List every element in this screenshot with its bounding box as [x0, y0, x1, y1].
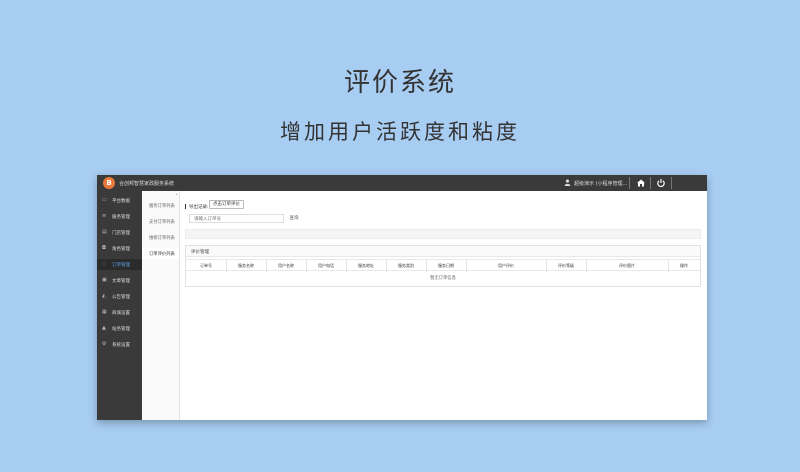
sidebar-item-label: 站务管理 — [112, 327, 130, 332]
app-title: 合创邦智慧家政服务系统 — [119, 181, 175, 187]
column-header: 服务日期 — [438, 263, 454, 268]
store-icon: ▤ — [102, 229, 107, 235]
empty-message: 暂无订单信息 — [430, 276, 456, 281]
logo-icon: B — [103, 177, 115, 189]
main-content: 导出记录: 点击订单评价 查询 评价管理 订单号 服务名称 用户名称 用户电话 … — [181, 191, 707, 420]
list-icon: ≡ — [102, 213, 107, 219]
power-button[interactable] — [655, 177, 667, 189]
sidebar-item-label: 服务管理 — [112, 215, 130, 220]
subnav-order-reviews[interactable]: 订单评价列表 — [142, 248, 179, 259]
sidebar-item-services[interactable]: ≡ 服务管理 — [97, 211, 142, 222]
shop-icon: ▦ — [102, 309, 107, 315]
column-header: 服务地址 — [358, 263, 374, 268]
hero-title: 评价系统 — [343, 68, 456, 98]
export-label: 导出记录: — [189, 205, 209, 210]
top-bar: B 合创邦智慧家政服务系统 超级演示 (小程序管理... — [97, 175, 707, 191]
notice-icon: ◭ — [102, 293, 106, 299]
subnav-payment-orders[interactable]: 支付订单列表 — [142, 216, 179, 227]
sidebar-item-label: 商城设置 — [112, 311, 130, 316]
power-icon — [657, 179, 665, 188]
station-icon: ▲ — [102, 325, 106, 331]
sidebar-item-roles[interactable]: ◘ 角色管理 — [97, 243, 142, 254]
sidebar-item-label: 公告管理 — [112, 295, 130, 300]
sub-navigation: ▸ 服务订单列表 支付订单列表 维修订单列表 订单评价列表 — [142, 191, 180, 420]
review-panel: 评价管理 订单号 服务名称 用户名称 用户电话 服务地址 服务类别 服务日期 用… — [185, 245, 701, 287]
sidebar-item-articles[interactable]: ▣ 文章管理 — [97, 275, 142, 286]
section-marker — [185, 204, 186, 209]
sidebar-item-station[interactable]: ▲ 站务管理 — [97, 323, 142, 334]
sidebar-item-notices[interactable]: ◭ 公告管理 — [97, 291, 142, 302]
column-header: 评价等级 — [558, 263, 574, 268]
hero-subtitle: 增加用户活跃度和粘度 — [280, 120, 520, 144]
collapse-icon[interactable]: ▸ — [176, 193, 179, 196]
column-header: 订单号 — [200, 263, 212, 268]
user-menu[interactable]: 超级演示 (小程序管理... — [574, 180, 627, 187]
topbar-divider — [671, 177, 672, 189]
home-button[interactable] — [635, 177, 647, 189]
role-icon: ◘ — [102, 245, 106, 251]
sidebar-item-label: 角色管理 — [112, 247, 130, 252]
topbar-divider — [650, 177, 651, 189]
sidebar-item-label: 订单管理 — [112, 263, 130, 268]
sidebar-item-label: 平台数据 — [112, 199, 130, 204]
user-icon — [564, 179, 571, 186]
column-header: 服务类别 — [398, 263, 414, 268]
sidebar-item-label: 系统设置 — [112, 343, 130, 348]
panel-header: 评价管理 — [186, 246, 700, 257]
order-icon: ◌ — [102, 261, 107, 267]
filter-strip — [185, 229, 701, 239]
monitor-icon: ▭ — [102, 197, 107, 203]
sidebar-item-settings[interactable]: ⚙ 系统设置 — [97, 339, 142, 350]
subnav-service-orders[interactable]: 服务订单列表 — [142, 200, 179, 211]
article-icon: ▣ — [102, 277, 107, 283]
column-header: 服务名称 — [238, 263, 254, 268]
order-search-input[interactable] — [189, 214, 284, 223]
column-header: 操作 — [680, 263, 688, 268]
column-header: 评价图片 — [619, 263, 635, 268]
export-button[interactable]: 点击订单评价 — [209, 200, 244, 209]
home-icon — [637, 179, 645, 187]
search-button[interactable]: 查询 — [285, 214, 303, 223]
topbar-divider — [629, 177, 630, 189]
app-window: B 合创邦智慧家政服务系统 超级演示 (小程序管理... ▭ 平台数据 ≡ 服务… — [97, 175, 707, 420]
table-header: 订单号 服务名称 用户名称 用户电话 服务地址 服务类别 服务日期 用户评价 评… — [186, 259, 700, 272]
column-header: 用户名称 — [278, 263, 294, 268]
subnav-repair-orders[interactable]: 维修订单列表 — [142, 232, 179, 243]
sidebar-item-label: 门店管理 — [112, 231, 130, 236]
sidebar-item-orders[interactable]: ◌ 订单管理 — [97, 259, 142, 270]
sidebar-item-label: 文章管理 — [112, 279, 130, 284]
column-header: 用户电话 — [318, 263, 334, 268]
sidebar: ▭ 平台数据 ≡ 服务管理 ▤ 门店管理 ◘ 角色管理 ◌ 订单管理 ▣ 文章管… — [97, 191, 142, 420]
settings-icon: ⚙ — [102, 341, 107, 347]
sidebar-item-dashboard[interactable]: ▭ 平台数据 — [97, 195, 142, 206]
panel-title: 评价管理 — [191, 250, 209, 255]
sidebar-item-stores[interactable]: ▤ 门店管理 — [97, 227, 142, 238]
sidebar-item-shop[interactable]: ▦ 商城设置 — [97, 307, 142, 318]
column-header: 用户评价 — [498, 263, 514, 268]
